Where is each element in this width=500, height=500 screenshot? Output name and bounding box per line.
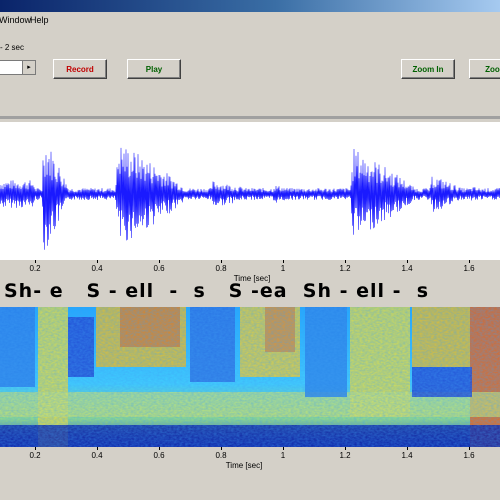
spectrogram-tick-label: 1.4 [401,451,413,460]
waveform-tick-label: 1 [280,264,286,273]
spectrogram-tickmark [469,447,470,450]
menu-help[interactable]: Help [30,15,49,25]
waveform-tick-label: 0.6 [153,264,165,273]
waveform-tick-label: 1.6 [463,264,475,273]
record-button[interactable]: Record [53,59,107,79]
waveform-tickmark [469,260,470,263]
spectrogram-tickmark [159,447,160,450]
waveform-tickmark [35,260,36,263]
window-title-bar [0,0,500,12]
spectrogram-tickmark [283,447,284,450]
spectrogram-tickmark [345,447,346,450]
spectrogram-tick-label: 1.2 [339,451,351,460]
spectrogram-x-axis: Time [sec] 0.2 0.4 0.6 0.8 1 1.2 1.4 1.6 [0,447,500,470]
play-button[interactable]: Play [127,59,181,79]
waveform-tick-label: 0.4 [91,264,103,273]
panel-separator [0,116,500,119]
waveform-trace [0,147,500,250]
duration-select[interactable]: ▸ [0,60,36,75]
lyrics-text: Sh- e S - ell - s S -ea Sh - ell - s [4,280,430,302]
spectrogram-tick-label: 0.8 [215,451,227,460]
spectrogram-tickmark [221,447,222,450]
spectrogram-tick-label: 1.6 [463,451,475,460]
spectrogram-tickmark [97,447,98,450]
menu-bar: Window Help [0,12,500,30]
spectrogram-tickmark [407,447,408,450]
waveform-plot [0,122,500,260]
waveform-tick-label: 0.8 [215,264,227,273]
waveform-tickmark [345,260,346,263]
waveform-tickmark [221,260,222,263]
waveform-tickmark [159,260,160,263]
waveform-tick-label: 0.2 [29,264,41,273]
spectrogram-tick-label: 1 [280,451,286,460]
zoom-out-button[interactable]: Zoom [469,59,500,79]
zoom-in-button[interactable]: Zoom In [401,59,455,79]
spectrogram-svg [0,307,500,447]
duration-label: - 2 sec [0,43,25,52]
waveform-x-axis: Time [sec] 0.2 0.4 0.6 0.8 1 1.2 1.4 1.6 [0,260,500,283]
waveform-tickmark [97,260,98,263]
spectrogram-tick-label: 0.2 [29,451,41,460]
waveform-tick-label: 1.4 [401,264,413,273]
spectrogram-tick-label: 0.6 [153,451,165,460]
spectrogram-x-axis-title: Time [sec] [225,461,263,470]
menu-window[interactable]: Window [0,15,31,25]
waveform-tickmark [407,260,408,263]
spectrogram-tickmark [35,447,36,450]
spectrogram-plot [0,307,500,447]
waveform-svg [0,147,500,250]
dropdown-arrow-icon[interactable]: ▸ [22,61,35,74]
spectrogram-tick-label: 0.4 [91,451,103,460]
waveform-tickmark [283,260,284,263]
waveform-tick-label: 1.2 [339,264,351,273]
